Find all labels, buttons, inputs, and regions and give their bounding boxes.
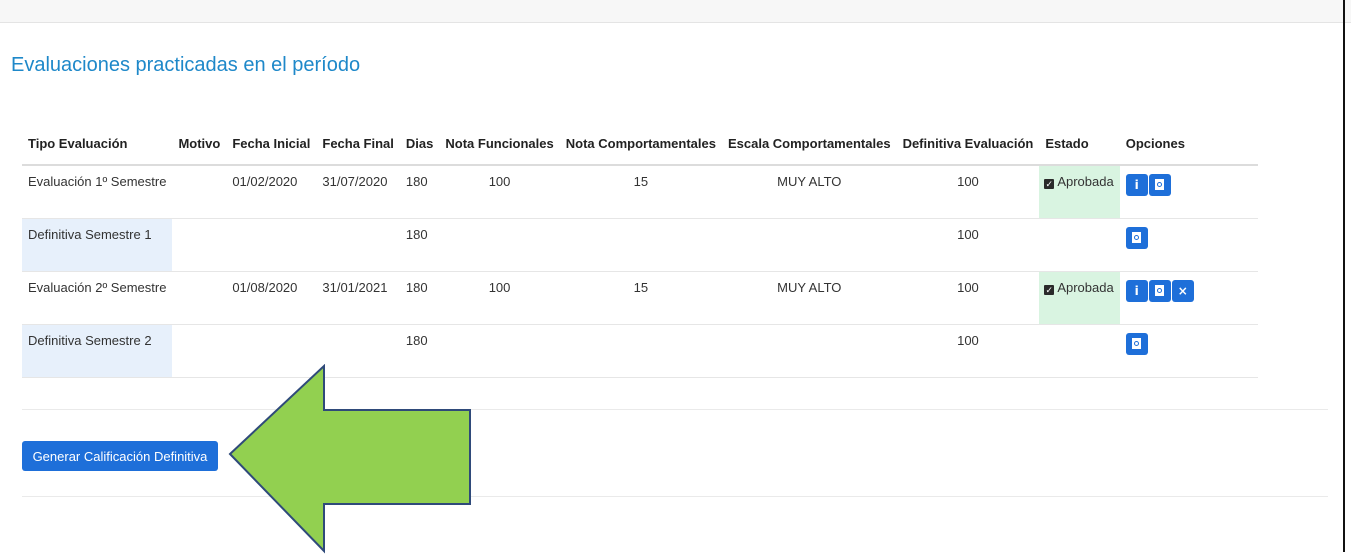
cell-tipo: Definitiva Semestre 2 [22,324,173,378]
header-nota-comportamentales: Nota Comportamentales [559,132,722,166]
cell-fecha-inicial: 01/08/2020 [226,271,317,325]
cell-definitiva: 100 [896,165,1040,219]
cell-fecha-final: 31/01/2021 [316,271,400,325]
green-arrow-annotation [228,364,471,554]
info-icon: i [1134,283,1139,298]
cell-definitiva: 100 [896,218,1040,272]
page-title: Evaluaciones practicadas en el período [11,54,361,76]
cell-dias: 180 [399,165,440,219]
cell-definitiva: 100 [896,324,1040,378]
cell-fecha-final: 31/07/2020 [316,165,400,219]
table-row: Evaluación 1º Semestre 01/02/2020 31/07/… [22,165,1258,219]
cell-nota-funcionales [439,218,560,272]
header-nota-funcionales: Nota Funcionales [439,132,560,166]
status-badge: Aprobada [1057,174,1114,189]
pdf-button[interactable] [1148,174,1171,196]
close-icon: × [1177,283,1188,298]
info-button[interactable]: i [1125,174,1148,196]
pdf-button[interactable] [1125,226,1148,249]
cell-opciones: i [1119,165,1258,219]
header-opciones: Opciones [1119,132,1258,166]
arrow-shape [228,364,471,554]
pdf-button[interactable] [1148,279,1171,302]
cell-dias: 180 [399,271,440,325]
evaluations-table: Tipo Evaluación Motivo Fecha Inicial Fec… [22,132,1258,378]
cell-definitiva: 100 [896,271,1040,325]
pdf-file-icon [1132,337,1142,349]
table-row: Definitiva Semestre 1 180 100 [22,218,1258,272]
cell-estado: ✓ Aprobada [1039,271,1120,325]
cell-tipo: Evaluación 1º Semestre [22,165,173,219]
cell-estado [1039,324,1120,378]
cell-opciones: i × [1119,271,1258,325]
cell-escala-comportamentales [721,324,897,378]
table-row: Definitiva Semestre 2 180 100 [22,324,1258,378]
header-estado: Estado [1039,132,1120,166]
divider [22,409,1328,410]
cell-motivo [172,324,227,378]
cell-tipo: Definitiva Semestre 1 [22,218,173,272]
status-badge: Aprobada [1057,279,1114,295]
cell-nota-comportamentales: 15 [559,165,722,219]
info-icon: i [1134,178,1139,192]
cell-estado [1039,218,1120,272]
cell-opciones [1119,218,1258,272]
pdf-button[interactable] [1125,332,1148,355]
cell-fecha-inicial [226,218,317,272]
cell-nota-comportamentales [559,324,722,378]
table-header-row: Tipo Evaluación Motivo Fecha Inicial Fec… [22,132,1258,166]
table-row: Evaluación 2º Semestre 01/08/2020 31/01/… [22,271,1258,325]
cell-opciones [1119,324,1258,378]
header-definitiva-evaluacion: Definitiva Evaluación [896,132,1040,166]
checkbox-checked-icon: ✓ [1044,179,1055,189]
top-bar [0,0,1351,23]
header-escala-comportamentales: Escala Comportamentales [721,132,897,166]
cell-escala-comportamentales [721,218,897,272]
cell-nota-funcionales: 100 [439,271,560,325]
pdf-file-icon [1155,284,1165,296]
cell-motivo [172,271,227,325]
cell-motivo [172,165,227,219]
cell-fecha-final [316,218,400,272]
generate-final-grade-button[interactable]: Generar Calificación Definitiva [22,441,218,471]
cell-fecha-inicial: 01/02/2020 [226,165,317,219]
cell-escala-comportamentales: MUY ALTO [721,165,897,219]
info-button[interactable]: i [1125,279,1148,302]
cell-nota-funcionales: 100 [439,165,560,219]
cell-escala-comportamentales: MUY ALTO [721,271,897,325]
header-fecha-final: Fecha Final [316,132,400,166]
cell-tipo: Evaluación 2º Semestre [22,271,173,325]
header-dias: Dias [399,132,440,166]
pdf-file-icon [1132,231,1142,243]
cell-estado: ✓ Aprobada [1039,165,1120,219]
cell-dias: 180 [399,218,440,272]
pdf-file-icon [1155,179,1165,190]
cell-motivo [172,218,227,272]
cell-nota-comportamentales [559,218,722,272]
divider [22,496,1328,497]
checkbox-checked-icon: ✓ [1044,284,1055,295]
cell-nota-comportamentales: 15 [559,271,722,325]
window-edge [1343,0,1345,552]
delete-button[interactable]: × [1171,279,1194,302]
header-motivo: Motivo [172,132,227,166]
header-fecha-inicial: Fecha Inicial [226,132,317,166]
header-tipo-evaluacion: Tipo Evaluación [22,132,173,166]
